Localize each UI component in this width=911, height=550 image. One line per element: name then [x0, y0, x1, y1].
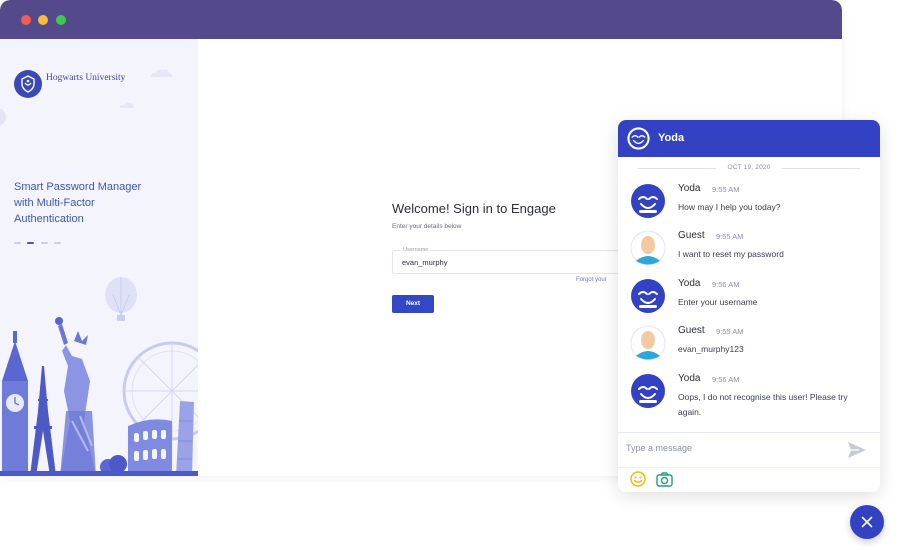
message-text: How may I help you today?: [678, 202, 781, 212]
username-field[interactable]: Username evan_murphy: [392, 247, 639, 274]
sidebar: Hogwarts University Smart Password Manag…: [0, 39, 198, 476]
date-separator: OCT 19, 2020: [618, 163, 880, 173]
login-subtitle: Enter your details below: [392, 223, 462, 230]
message-sender: Yoda: [678, 183, 701, 194]
maximize-window-button[interactable]: [56, 15, 66, 25]
send-icon[interactable]: [847, 441, 867, 459]
message-time: 9:55 AM: [716, 327, 744, 336]
message-time: 9:56 AM: [712, 280, 740, 289]
message-text: Enter your username: [678, 297, 758, 307]
login-title: Welcome! Sign in to Engage: [392, 201, 556, 216]
cloud-icon: [151, 69, 173, 77]
product-tagline: Smart Password Manager with Multi-Factor…: [14, 181, 142, 225]
next-button[interactable]: Next: [392, 295, 434, 313]
carousel-dot[interactable]: [54, 242, 61, 244]
bot-avatar-icon: [627, 127, 650, 150]
university-logo: [14, 70, 42, 98]
message-text: evan_murphy123: [678, 344, 744, 354]
window-titlebar: [0, 0, 842, 39]
cloud-icon: [120, 102, 134, 108]
username-input[interactable]: evan_murphy: [402, 258, 447, 267]
camera-icon[interactable]: [656, 472, 673, 487]
message-time: 9:56 AM: [712, 375, 740, 384]
message-sender: Guest: [678, 230, 705, 241]
message-sender: Yoda: [678, 278, 701, 289]
divider: [618, 467, 880, 468]
bot-avatar-icon: [631, 279, 665, 313]
close-window-button[interactable]: [21, 15, 31, 25]
brand-name: Hogwarts University: [46, 73, 126, 83]
bot-avatar-icon: [631, 184, 665, 218]
chat-header: Yoda: [618, 120, 880, 157]
chat-composer: Type a message: [618, 432, 880, 492]
username-label: Username: [401, 247, 431, 253]
message-time: 9:55 AM: [712, 185, 740, 194]
message-text: I want to reset my password: [678, 249, 784, 259]
bot-avatar-icon: [631, 374, 665, 408]
carousel-dot-active[interactable]: [27, 242, 34, 244]
user-avatar-icon: [630, 230, 666, 266]
close-chat-button[interactable]: [850, 505, 884, 539]
forgot-password-link[interactable]: Forgot your: [576, 277, 607, 283]
message-text: Oops, I do not recognise this user! Plea…: [678, 392, 848, 417]
minimize-window-button[interactable]: [38, 15, 48, 25]
user-avatar-icon: [630, 325, 666, 361]
message-time: 9:55 AM: [716, 232, 744, 241]
chat-widget: Yoda OCT 19, 2020 Yoda 9:55 AM How may I…: [618, 120, 880, 492]
carousel-dot[interactable]: [14, 242, 21, 244]
message-sender: Guest: [678, 325, 705, 336]
close-icon: [861, 516, 873, 528]
hot-air-balloon-icon: [0, 109, 6, 126]
divider: [782, 168, 860, 169]
chat-title: Yoda: [658, 132, 685, 144]
carousel-dot[interactable]: [41, 242, 48, 244]
emoji-icon[interactable]: [630, 471, 646, 487]
message-sender: Yoda: [678, 373, 701, 384]
message-input[interactable]: Type a message: [626, 443, 692, 453]
landmarks-illustration: [0, 277, 198, 476]
